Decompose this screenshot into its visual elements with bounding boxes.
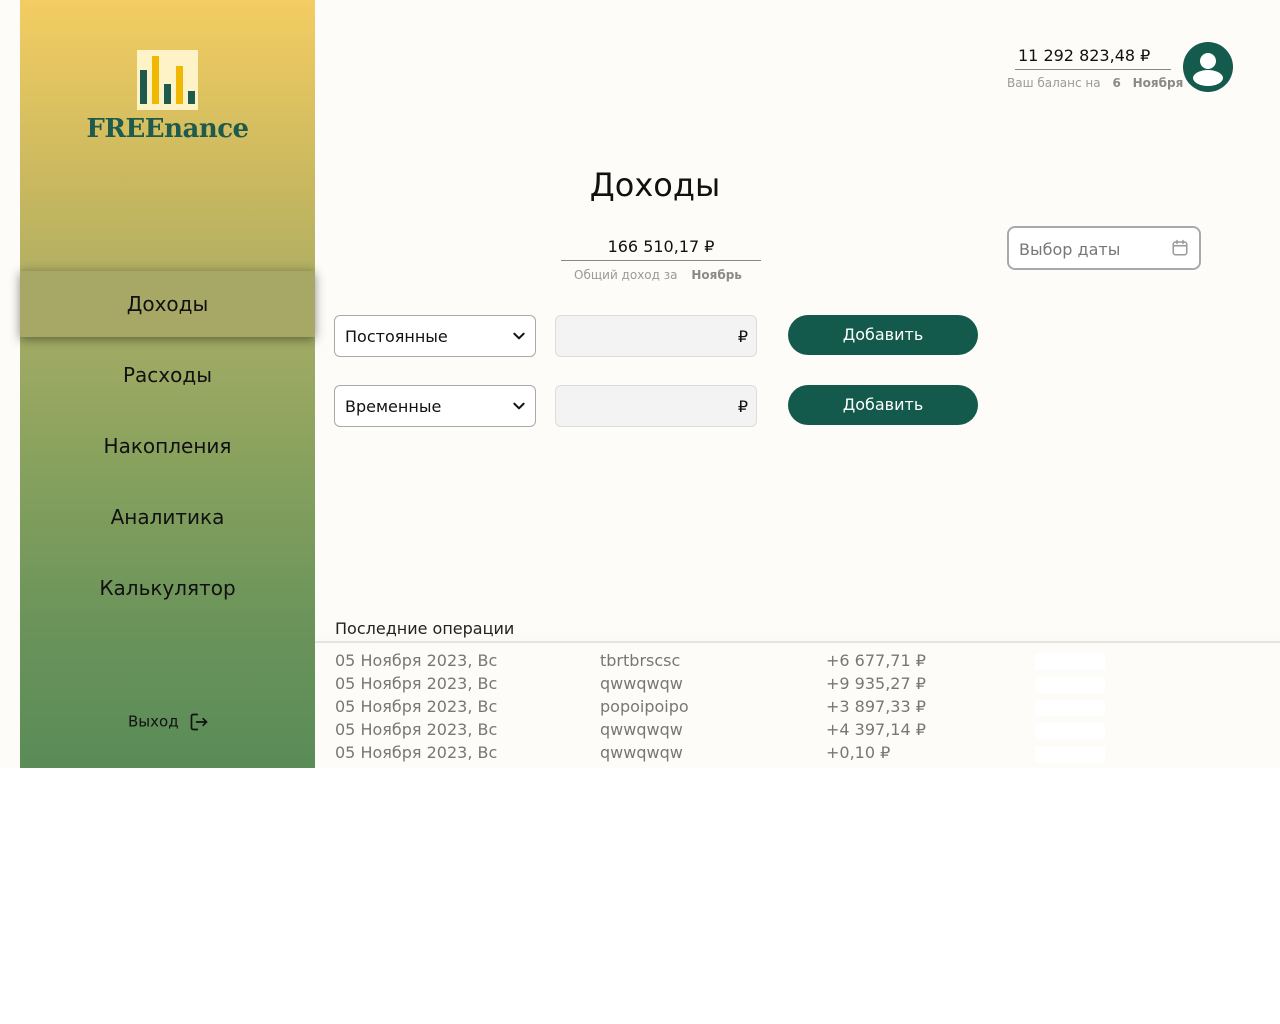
income-caption: Общий доход за Ноябрь [574, 268, 742, 282]
currency-label: ₽ [737, 397, 748, 416]
calendar-icon[interactable] [1171, 239, 1189, 257]
currency-label: ₽ [737, 327, 748, 346]
balance-month: Ноября [1132, 76, 1184, 90]
row-action-placeholder[interactable] [1035, 746, 1105, 762]
logout-button[interactable]: Выход [128, 712, 209, 732]
add-temporary-button[interactable]: Добавить [788, 385, 978, 425]
op-amount: +9 935,27 ₽ [826, 674, 926, 693]
op-date: 05 Ноября 2023, Вс [335, 651, 498, 670]
chevron-down-icon [513, 332, 525, 340]
table-row: 05 Ноября 2023, Вс tbrtbrscsc +6 677,71 … [335, 651, 1275, 674]
op-date: 05 Ноября 2023, Вс [335, 674, 498, 693]
op-amount: +3 897,33 ₽ [826, 697, 926, 716]
op-date: 05 Ноября 2023, Вс [335, 720, 498, 739]
row-action-placeholder[interactable] [1035, 700, 1105, 716]
table-row: 05 Ноября 2023, Вс popoipoipo +3 897,33 … [335, 697, 1275, 720]
divider [315, 641, 1280, 643]
user-avatar-icon[interactable] [1183, 42, 1233, 92]
op-name: qwwqwqw [600, 720, 683, 739]
op-name: qwwqwqw [600, 743, 683, 762]
sidebar-item-analytics[interactable]: Аналитика [20, 484, 315, 550]
income-total: 166 510,17 ₽ [561, 237, 761, 261]
sidebar-item-expenses[interactable]: Расходы [20, 342, 315, 408]
sidebar-item-income[interactable]: Доходы [20, 271, 315, 337]
logout-icon [191, 713, 208, 731]
op-amount: +0,10 ₽ [826, 743, 891, 762]
row-action-placeholder[interactable] [1035, 677, 1105, 693]
table-row: 05 Ноября 2023, Вс qwwqwqw +0,10 ₽ [335, 743, 1275, 766]
sidebar-item-calculator[interactable]: Калькулятор [20, 555, 315, 621]
income-type-select-temporary[interactable]: Временные [334, 385, 536, 427]
app-window: FREEnance Доходы Расходы Накопления Анал… [0, 0, 1280, 768]
add-permanent-button[interactable]: Добавить [788, 315, 978, 355]
op-name: popoipoipo [600, 697, 689, 716]
date-input[interactable] [1017, 228, 1171, 270]
select-value: Постоянные [345, 327, 448, 346]
op-amount: +4 397,14 ₽ [826, 720, 926, 739]
amount-input-temporary[interactable]: ₽ [555, 385, 757, 427]
sidebar-item-savings[interactable]: Накопления [20, 413, 315, 479]
chevron-down-icon [513, 402, 525, 410]
balance-caption-text: Ваш баланс на [1007, 76, 1101, 90]
table-row: 05 Ноября 2023, Вс qwwqwqw +9 935,27 ₽ [335, 674, 1275, 697]
sidebar-item-label: Доходы [126, 292, 209, 316]
balance-caption: Ваш баланс на 6 Ноября [1007, 76, 1183, 90]
income-caption-text: Общий доход за [574, 268, 678, 282]
op-date: 05 Ноября 2023, Вс [335, 743, 498, 762]
op-date: 05 Ноября 2023, Вс [335, 697, 498, 716]
brand-name: FREEnance [86, 114, 249, 144]
select-value: Временные [345, 397, 442, 416]
logout-label: Выход [128, 712, 179, 731]
income-month: Ноябрь [691, 268, 742, 282]
sidebar-item-label: Аналитика [110, 505, 225, 529]
balance-value: 11 292 823,48 ₽ [1015, 46, 1171, 70]
page-title: Доходы [589, 166, 721, 204]
table-row: 05 Ноября 2023, Вс qwwqwqw +4 397,14 ₽ [335, 720, 1275, 743]
income-type-select-permanent[interactable]: Постоянные [334, 315, 536, 357]
op-name: qwwqwqw [600, 674, 683, 693]
sidebar-item-label: Расходы [122, 363, 212, 387]
bar-chart-icon [137, 50, 198, 110]
operations-title: Последние операции [335, 619, 515, 638]
row-action-placeholder[interactable] [1035, 723, 1105, 739]
op-amount: +6 677,71 ₽ [826, 651, 926, 670]
sidebar-item-label: Накопления [103, 434, 232, 458]
amount-input-permanent[interactable]: ₽ [555, 315, 757, 357]
date-picker[interactable] [1007, 226, 1201, 270]
sidebar: FREEnance Доходы Расходы Накопления Анал… [20, 0, 315, 768]
row-action-placeholder[interactable] [1035, 654, 1105, 670]
balance-day: 6 [1112, 76, 1121, 90]
sidebar-item-label: Калькулятор [99, 576, 236, 600]
op-name: tbrtbrscsc [600, 651, 681, 670]
